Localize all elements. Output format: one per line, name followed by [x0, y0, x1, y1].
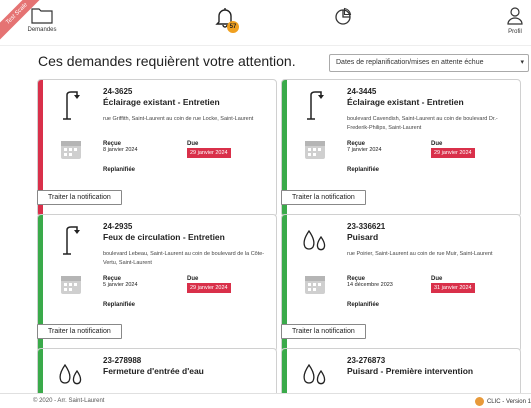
nav-statistics[interactable]: [328, 6, 358, 28]
calendar-icon: [305, 276, 325, 294]
request-number: 24-3625: [103, 87, 133, 96]
calendar-icon: [61, 276, 81, 294]
street-lamp-icon: [63, 226, 80, 255]
status-bar: [282, 349, 287, 397]
request-number: 24-2935: [103, 222, 133, 231]
request-address: rue Griffith, Saint-Laurent au coin de r…: [103, 116, 254, 122]
request-card: 23-278988 Fermeture d'entrée d'eau: [37, 348, 277, 398]
request-card: 23-276873 Puisard - Première interventio…: [281, 348, 521, 398]
water-drops-icon: [303, 363, 326, 385]
request-number: 23-336621: [347, 222, 386, 231]
process-notification-button[interactable]: Traiter la notification: [37, 324, 122, 339]
calendar-icon: [305, 141, 325, 159]
version-link[interactable]: CLIC - Version 1: [474, 397, 531, 406]
request-type: Puisard - Première intervention: [347, 366, 474, 376]
nav-notifications[interactable]: 57: [210, 6, 240, 33]
top-bar: Test Scale Demandes 57 Profil: [0, 0, 531, 46]
process-notification-button[interactable]: Traiter la notification: [281, 324, 366, 339]
request-type: Éclairage existant - Entretien: [347, 97, 464, 107]
request-type: Éclairage existant - Entretien: [103, 97, 220, 107]
request-type: Fermeture d'entrée d'eau: [103, 366, 204, 376]
request-state: Replanifiée: [103, 167, 136, 173]
nav-profil-label: Profil: [508, 29, 522, 35]
process-notification-button[interactable]: Traiter la notification: [281, 190, 366, 205]
nav-demandes[interactable]: Demandes: [26, 6, 58, 33]
copyright-text: © 2020 - Arr. Saint-Laurent: [33, 398, 105, 404]
request-number: 23-276873: [347, 356, 386, 365]
due-label: Due: [431, 141, 443, 147]
version-text: CLIC - Version 1: [486, 399, 531, 406]
request-address: rue Poirier, Saint-Laurent au coin de ru…: [347, 251, 493, 257]
filter-selected-value: Dates de replanification/mises en attent…: [336, 59, 484, 66]
request-state: Replanifiée: [347, 167, 380, 173]
due-date-badge: 29 janvier 2024: [431, 148, 475, 158]
nav-demandes-label: Demandes: [27, 27, 57, 33]
nav-profil[interactable]: Profil: [500, 6, 530, 35]
received-date: 7 janvier 2024: [347, 147, 382, 153]
received-date: 5 janvier 2024: [103, 282, 138, 288]
page-title: Ces demandes requièrent votre attention.: [38, 53, 296, 69]
received-date: 8 janvier 2024: [103, 147, 138, 153]
folder-icon: [31, 8, 53, 24]
due-label: Due: [431, 276, 443, 282]
received-date: 14 décembre 2023: [347, 282, 393, 288]
water-drops-icon: [303, 229, 326, 251]
request-number: 23-278988: [103, 356, 142, 365]
filter-select[interactable]: Dates de replanification/mises en attent…: [329, 54, 529, 72]
notification-count-badge: 57: [227, 21, 239, 33]
street-lamp-icon: [63, 91, 80, 120]
process-notification-button[interactable]: Traiter la notification: [37, 190, 122, 205]
due-date-badge: 29 janvier 2024: [187, 148, 231, 158]
pie-chart-icon: [335, 7, 352, 25]
request-state: Replanifiée: [103, 302, 136, 308]
due-label: Due: [187, 276, 199, 282]
due-date-badge: 29 janvier 2024: [187, 283, 231, 293]
due-label: Due: [187, 141, 199, 147]
user-icon: [507, 7, 523, 25]
request-type: Puisard: [347, 232, 379, 242]
request-address: boulevard Cavendish, Saint-Laurent au co…: [347, 116, 498, 131]
street-lamp-icon: [307, 91, 324, 120]
clic-logo-icon: [474, 397, 484, 406]
status-bar: [38, 349, 43, 397]
footer: © 2020 - Arr. Saint-Laurent CLIC - Versi…: [0, 393, 531, 408]
water-drops-icon: [59, 363, 82, 385]
calendar-icon: [61, 141, 81, 159]
due-date-badge: 31 janvier 2024: [431, 283, 475, 293]
request-state: Replanifiée: [347, 302, 380, 308]
request-address: boulevard Lebeau, Saint-Laurent au coin …: [103, 251, 265, 266]
request-number: 24-3445: [347, 87, 377, 96]
chevron-down-icon: ▾: [520, 59, 524, 66]
request-type: Feux de circulation - Entretien: [103, 232, 225, 242]
